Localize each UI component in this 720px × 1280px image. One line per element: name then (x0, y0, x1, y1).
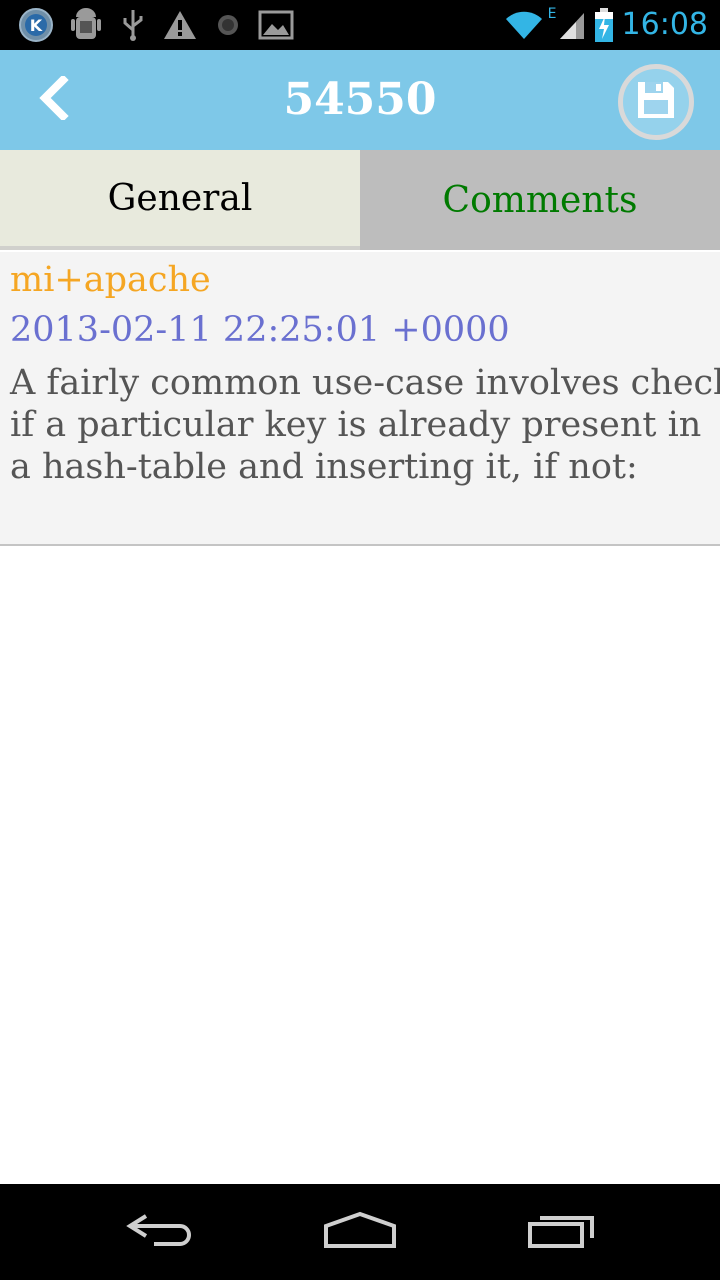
home-nav-icon (322, 1210, 398, 1254)
tab-general[interactable]: General (0, 150, 360, 250)
wifi-icon (502, 0, 546, 50)
svg-text:K: K (30, 16, 43, 35)
recents-nav-icon (526, 1210, 598, 1254)
k-app-icon: K (16, 0, 56, 50)
back-button[interactable] (24, 72, 84, 128)
status-time: 16:08 (621, 7, 708, 42)
dot-icon (212, 0, 244, 50)
comment-author: mi+apache (10, 260, 211, 300)
warning-icon (162, 0, 198, 50)
chevron-left-icon (37, 74, 71, 124)
tab-bar: General Comments (0, 150, 720, 250)
image-icon (256, 0, 296, 50)
navigation-bar (0, 1184, 720, 1280)
back-nav-icon (124, 1210, 196, 1254)
status-bar: K E 16:08 (0, 0, 720, 50)
comment-body-line: if a particular key is already present i… (10, 405, 702, 445)
save-button[interactable] (618, 64, 694, 140)
comment-date: 2013-02-11 22:25:01 +0000 (10, 310, 510, 350)
page-title: 54550 (283, 74, 437, 125)
battery-charging-icon (592, 0, 616, 50)
comment-body-line: a hash-table and inserting it, if not: (10, 447, 638, 487)
back-nav-button[interactable] (100, 1184, 220, 1280)
tab-comments[interactable]: Comments (360, 150, 720, 250)
signal-icon (556, 0, 588, 50)
comment-body: A fairly common use-case involves checki… (10, 362, 720, 488)
android-debug-icon (66, 0, 106, 50)
home-nav-button[interactable] (300, 1184, 420, 1280)
recents-nav-button[interactable] (502, 1184, 622, 1280)
comment-item[interactable]: mi+apache 2013-02-11 22:25:01 +0000 A fa… (0, 252, 720, 546)
action-bar: 54550 (0, 50, 720, 150)
comment-body-line: A fairly common use-case involves checki… (10, 363, 720, 403)
floppy-disk-icon (636, 80, 676, 124)
usb-icon (116, 0, 150, 50)
